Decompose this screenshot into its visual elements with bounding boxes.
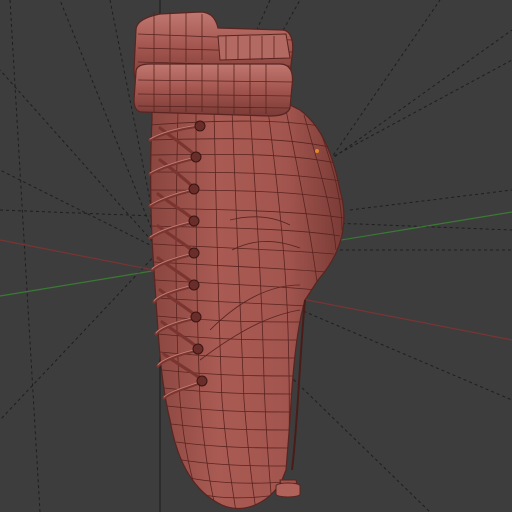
origin-marker[interactable] — [315, 149, 319, 153]
ankle-strap-lower[interactable] — [133, 63, 294, 117]
viewport-canvas[interactable] — [0, 0, 512, 512]
boot-shell[interactable] — [150, 104, 346, 512]
3d-viewport[interactable] — [0, 0, 512, 512]
